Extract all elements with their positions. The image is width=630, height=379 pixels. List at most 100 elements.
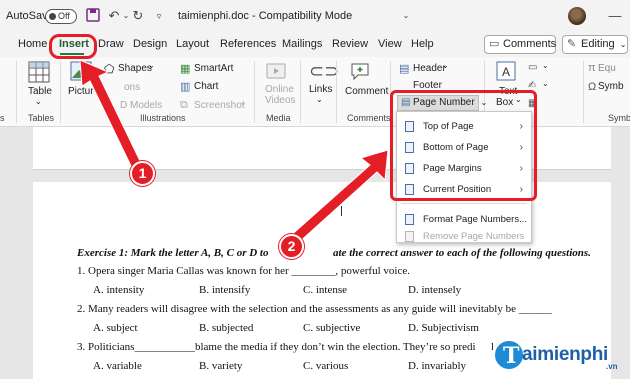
remove-page-numbers-icon <box>405 231 414 242</box>
comments-button-label: Comments <box>503 38 557 50</box>
q1-option-a: A. intensity <box>93 284 145 296</box>
format-page-numbers-icon <box>405 214 414 225</box>
text-cursor <box>341 206 342 216</box>
chevron-down-icon: ⌄ <box>148 61 155 70</box>
media-group-label: Media <box>266 113 291 123</box>
chevron-down-icon: ⌄ <box>442 61 449 70</box>
menu-item-format-page-numbers[interactable]: Format Page Numbers... <box>397 209 531 230</box>
document-title: taimienphi.doc - Compatibility Mode <box>178 10 353 22</box>
highlight-page-number-menu <box>390 90 537 201</box>
smartart-button[interactable]: SmartArt <box>194 63 233 74</box>
ribbon-separator <box>60 61 61 123</box>
tab-references[interactable]: References <box>220 38 276 50</box>
pages-group-label: s <box>0 113 5 123</box>
comment-icon: ▭ <box>489 38 500 50</box>
chart-button[interactable]: Chart <box>194 81 218 92</box>
autosave-toggle[interactable]: Off <box>45 9 77 24</box>
table-button-label[interactable]: Table <box>28 86 52 97</box>
screenshot-icon: ⧉ <box>180 99 188 111</box>
symbol-button[interactable]: Symb <box>598 81 624 92</box>
pictures-icon[interactable] <box>70 61 92 84</box>
pictures-button-label[interactable]: Pictur <box>68 86 94 97</box>
online-videos-label-2[interactable]: Videos <box>265 95 295 106</box>
logo-text: aimienphi <box>522 344 608 365</box>
toggle-knob <box>49 13 56 20</box>
comments-button[interactable]: ▭ Comments <box>484 35 556 54</box>
chevron-down-icon: ⌄ <box>542 61 549 70</box>
editing-button-label: Editing <box>581 38 615 50</box>
symbol-icon: Ω <box>588 81 597 93</box>
q2-option-b: B. subjected <box>199 322 254 334</box>
menu-separator <box>401 203 527 204</box>
icons-button[interactable]: ons <box>124 82 140 93</box>
customize-toolbar-icon[interactable]: ▿ <box>151 8 167 24</box>
q2-option-a: A. subject <box>93 322 138 334</box>
tab-mailings[interactable]: Mailings <box>282 38 322 50</box>
step-badge-2: 2 <box>279 234 304 259</box>
question-3: 3. Politicians___________blame the media… <box>77 341 476 353</box>
q3-option-c: C. various <box>303 360 349 372</box>
comments-group-label: Comments <box>347 113 391 123</box>
table-icon[interactable] <box>28 61 50 86</box>
comment-add-icon[interactable] <box>350 61 370 84</box>
shapes-icon: ⬠ <box>104 62 115 76</box>
text-box-icon[interactable]: A <box>496 61 516 84</box>
logo-suffix: .vn <box>606 362 618 371</box>
menu-item-label: Remove Page Numbers <box>423 231 525 242</box>
online-video-icon[interactable] <box>266 62 286 83</box>
ribbon-separator <box>300 61 301 123</box>
logo-mark: T <box>492 338 526 372</box>
screenshot-button[interactable]: Screenshot <box>194 100 245 111</box>
header-button[interactable]: Header <box>413 63 446 74</box>
comment-button-label[interactable]: Comment <box>345 86 388 97</box>
tables-group-label: Tables <box>28 113 55 123</box>
quick-parts-icon[interactable]: ▭ <box>528 62 537 73</box>
chevron-down-icon: ⌄ <box>240 98 247 107</box>
illustrations-group-label: Illustrations <box>140 113 186 123</box>
chevron-down-icon: ⌄ <box>619 40 627 49</box>
avatar[interactable] <box>568 7 586 25</box>
redo-icon[interactable]: ↻ <box>130 8 146 24</box>
ribbon-separator <box>336 61 337 123</box>
minimize-icon[interactable]: — <box>607 8 623 24</box>
svg-text:A: A <box>502 65 510 79</box>
equation-icon: π <box>588 62 596 74</box>
ribbon-separator <box>254 61 255 123</box>
chevron-down-icon: ⌄ <box>542 79 549 88</box>
q3-option-a: A. variable <box>93 360 142 372</box>
3d-models-button[interactable]: D Models <box>120 100 162 111</box>
smartart-icon: ▦ <box>180 63 191 75</box>
title-dropdown-icon[interactable]: ⌄ <box>398 8 414 24</box>
autosave-state: Off <box>58 11 70 21</box>
exercise-heading-start: Exercise 1: Mark the letter A, B, C or D… <box>77 247 269 259</box>
link-icon: ⊂⊃ <box>309 61 340 81</box>
online-videos-label-1[interactable]: Online <box>265 84 294 95</box>
tab-view[interactable]: View <box>378 38 402 50</box>
shapes-button[interactable]: Shapes <box>118 63 152 74</box>
tab-design[interactable]: Design <box>133 38 167 50</box>
header-icon: ▤ <box>399 63 410 75</box>
tab-layout[interactable]: Layout <box>176 38 209 50</box>
q1-option-d: D. intensely <box>408 284 462 296</box>
menu-item-remove-page-numbers[interactable]: Remove Page Numbers <box>397 230 531 243</box>
chevron-down-icon: ⌄ <box>316 95 323 104</box>
menu-item-label: Format Page Numbers... <box>423 214 528 225</box>
tab-draw[interactable]: Draw <box>98 38 124 50</box>
chevron-down-icon: ⌄ <box>35 97 42 106</box>
symbols-group-label: Symb <box>608 113 630 123</box>
tab-home[interactable]: Home <box>18 38 47 50</box>
exercise-heading-end: ate the correct answer to each of the fo… <box>333 247 591 259</box>
chart-icon: ▥ <box>180 81 191 93</box>
editing-button[interactable]: ✎ Editing ⌄ <box>562 35 628 54</box>
q3-option-d: D. invariably <box>408 360 467 372</box>
save-icon[interactable] <box>85 8 101 24</box>
links-button-label[interactable]: Links <box>309 84 332 95</box>
q2-option-c: C. subjective <box>303 322 361 334</box>
logo-letter: T <box>503 343 520 369</box>
q1-option-b: B. intensify <box>199 284 251 296</box>
word-window: AutoSave Off ↶ ⌄ ↻ ▿ taimienphi.doc - Co… <box>0 0 630 379</box>
tab-review[interactable]: Review <box>332 38 368 50</box>
tab-help[interactable]: Help <box>411 38 434 50</box>
title-bar: AutoSave Off ↶ ⌄ ↻ ▿ taimienphi.doc - Co… <box>0 0 630 33</box>
equation-button[interactable]: Equ <box>598 63 616 74</box>
